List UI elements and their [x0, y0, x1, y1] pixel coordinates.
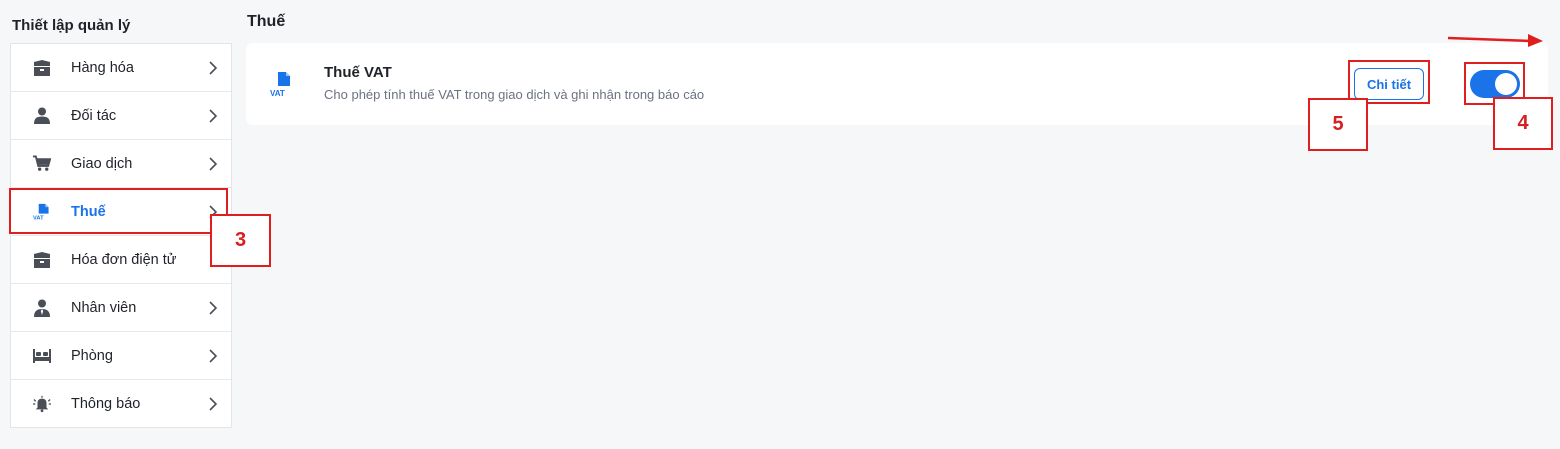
cart-icon [33, 155, 51, 173]
svg-text:VAT: VAT [270, 89, 285, 98]
box-icon [33, 59, 51, 77]
box-icon [33, 251, 51, 269]
page-title: Thuế [247, 13, 286, 30]
sidebar-item-label: Hàng hóa [71, 59, 134, 76]
bed-icon [33, 347, 51, 365]
sidebar-item-label: Thông báo [71, 396, 141, 412]
chevron-right-icon [209, 349, 217, 363]
annotation-highlight-thue [9, 188, 228, 234]
employee-icon [33, 299, 51, 317]
sidebar-item-giao-dich[interactable]: Giao dịch [11, 140, 231, 188]
sidebar-item-label: Đối tác [71, 107, 117, 124]
sidebar-item-hoa-don-dien-tu[interactable]: Hóa đơn điện tử [11, 236, 231, 284]
chevron-right-icon [209, 397, 217, 411]
bell-icon [33, 395, 51, 413]
sidebar-item-label: Phòng [71, 347, 113, 364]
annotation-label-3: 3 [210, 214, 271, 267]
annotation-label-5: 5 [1308, 98, 1368, 151]
annotation-label-4: 4 [1493, 97, 1553, 150]
annotation-arrow-icon [1448, 34, 1543, 47]
sidebar-item-hang-hoa[interactable]: Hàng hóa [11, 44, 231, 92]
chevron-right-icon [209, 61, 217, 75]
sidebar-item-label: Hóa đơn điện tử [71, 251, 177, 268]
sidebar-title: Thiết lập quản lý [12, 17, 131, 34]
sidebar-item-label: Nhân viên [71, 299, 137, 316]
user-icon [33, 107, 51, 125]
chevron-right-icon [209, 301, 217, 315]
sidebar: Hàng hóa Đối tác Giao dịch VAT Thuế Hóa … [10, 43, 232, 428]
sidebar-item-thong-bao[interactable]: Thông báo [11, 380, 231, 428]
card-title: Thuế VAT [324, 64, 392, 81]
sidebar-item-phong[interactable]: Phòng [11, 332, 231, 380]
chevron-right-icon [209, 157, 217, 171]
sidebar-item-label: Giao dịch [71, 155, 133, 172]
sidebar-item-nhan-vien[interactable]: Nhân viên [11, 284, 231, 332]
chevron-right-icon [209, 109, 217, 123]
sidebar-item-doi-tac[interactable]: Đối tác [11, 92, 231, 140]
vat-document-icon: VAT [270, 72, 290, 98]
card-description: Cho phép tính thuế VAT trong giao dịch v… [324, 87, 705, 102]
